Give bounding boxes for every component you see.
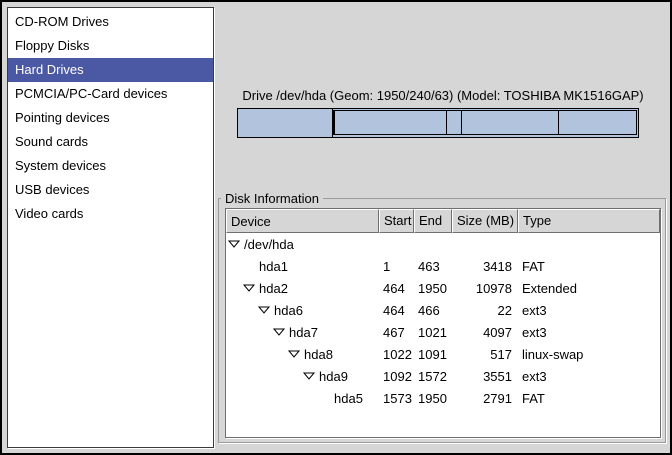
cell-size: 22 bbox=[452, 303, 518, 318]
table-row-dev-hda[interactable]: /dev/hda bbox=[226, 233, 660, 255]
cell-size: 10978 bbox=[452, 281, 518, 296]
partition-bar bbox=[237, 108, 639, 138]
cell-size: 3551 bbox=[452, 369, 518, 384]
cell-end: 1572 bbox=[414, 369, 452, 384]
table-row-hda6[interactable]: hda6 46446622ext3 bbox=[226, 299, 660, 321]
sidebar-item-pcmcia-pc-card-devices[interactable]: PCMCIA/PC-Card devices bbox=[8, 82, 213, 106]
cell-start: 1092 bbox=[379, 369, 414, 384]
device-category-list: CD-ROM DrivesFloppy DisksHard DrivesPCMC… bbox=[7, 7, 214, 448]
cell-type: linux-swap bbox=[518, 347, 660, 362]
cell-start: 464 bbox=[379, 281, 414, 296]
table-row-hda7[interactable]: hda7 46710214097ext3 bbox=[226, 321, 660, 343]
sidebar-item-pointing-devices[interactable]: Pointing devices bbox=[8, 106, 213, 130]
device-name-label: hda9 bbox=[319, 369, 348, 384]
sidebar-item-video-cards[interactable]: Video cards bbox=[8, 202, 213, 226]
groupbox-title: Disk Information bbox=[221, 191, 323, 206]
expander-icon[interactable] bbox=[273, 328, 285, 336]
cell-type: ext3 bbox=[518, 369, 660, 384]
cell-device: hda8 bbox=[226, 347, 379, 362]
partition-segment-hda5[interactable] bbox=[559, 111, 636, 134]
column-header-start[interactable]: Start bbox=[379, 209, 414, 233]
cell-device: hda9 bbox=[226, 369, 379, 384]
cell-start: 1573 bbox=[379, 391, 414, 406]
cell-type: ext3 bbox=[518, 325, 660, 340]
extended-partition-hda2 bbox=[333, 110, 637, 135]
device-name-label: hda5 bbox=[334, 391, 363, 406]
expander-icon[interactable] bbox=[303, 372, 315, 380]
device-name-label: hda6 bbox=[274, 303, 303, 318]
sidebar-item-usb-devices[interactable]: USB devices bbox=[8, 178, 213, 202]
cell-size: 2791 bbox=[452, 391, 518, 406]
expander-icon[interactable] bbox=[258, 306, 270, 314]
table-row-hda8[interactable]: hda8 10221091517linux-swap bbox=[226, 343, 660, 365]
table-header: DeviceStartEndSize (MB)Type bbox=[226, 209, 660, 233]
cell-end: 1950 bbox=[414, 391, 452, 406]
expander-icon[interactable] bbox=[243, 284, 255, 292]
cell-start: 1022 bbox=[379, 347, 414, 362]
device-name-label: hda7 bbox=[289, 325, 318, 340]
expander-icon[interactable] bbox=[228, 240, 240, 248]
partition-segment-hda7[interactable] bbox=[335, 111, 448, 134]
disk-information-groupbox: Disk Information DeviceStartEndSize (MB)… bbox=[218, 198, 666, 443]
cell-start: 464 bbox=[379, 303, 414, 318]
cell-type: FAT bbox=[518, 391, 660, 406]
column-header-end[interactable]: End bbox=[414, 209, 452, 233]
device-name-label: hda1 bbox=[259, 259, 288, 274]
partition-segment-hda8[interactable] bbox=[447, 111, 461, 134]
table-row-hda2[interactable]: hda2 464195010978Extended bbox=[226, 277, 660, 299]
sidebar-item-hard-drives[interactable]: Hard Drives bbox=[8, 58, 213, 82]
cell-size: 517 bbox=[452, 347, 518, 362]
cell-device: /dev/hda bbox=[226, 237, 379, 252]
cell-size: 4097 bbox=[452, 325, 518, 340]
hardware-browser-window: CD-ROM DrivesFloppy DisksHard DrivesPCMC… bbox=[0, 0, 672, 455]
cell-device: hda2 bbox=[226, 281, 379, 296]
table-row-hda1[interactable]: hda1 14633418FAT bbox=[226, 255, 660, 277]
cell-start: 467 bbox=[379, 325, 414, 340]
cell-end: 1091 bbox=[414, 347, 452, 362]
column-header-type[interactable]: Type bbox=[518, 209, 660, 233]
table-row-hda9[interactable]: hda9 109215723551ext3 bbox=[226, 365, 660, 387]
cell-device: hda7 bbox=[226, 325, 379, 340]
cell-size: 3418 bbox=[452, 259, 518, 274]
device-name-label: /dev/hda bbox=[244, 237, 294, 252]
partition-table: DeviceStartEndSize (MB)Type /dev/hda hda1… bbox=[225, 208, 661, 438]
drive-summary: Drive /dev/hda (Geom: 1950/240/63) (Mode… bbox=[223, 88, 663, 103]
table-body: /dev/hdahda114633418FAThda2464195010978E… bbox=[226, 233, 660, 437]
cell-type: ext3 bbox=[518, 303, 660, 318]
cell-device: hda5 bbox=[226, 391, 379, 406]
cell-end: 1021 bbox=[414, 325, 452, 340]
expander-icon[interactable] bbox=[288, 350, 300, 358]
expander-spacer bbox=[243, 266, 259, 267]
device-name-label: hda2 bbox=[259, 281, 288, 296]
sidebar-item-floppy-disks[interactable]: Floppy Disks bbox=[8, 34, 213, 58]
partition-segment-hda9[interactable] bbox=[462, 111, 559, 134]
cell-end: 466 bbox=[414, 303, 452, 318]
cell-end: 1950 bbox=[414, 281, 452, 296]
sidebar-item-cd-rom-drives[interactable]: CD-ROM Drives bbox=[8, 10, 213, 34]
column-header-size-mb[interactable]: Size (MB) bbox=[452, 209, 518, 233]
expander-spacer bbox=[318, 398, 334, 399]
sidebar-item-sound-cards[interactable]: Sound cards bbox=[8, 130, 213, 154]
cell-start: 1 bbox=[379, 259, 414, 274]
table-row-hda5[interactable]: hda5 157319502791FAT bbox=[226, 387, 660, 409]
cell-device: hda6 bbox=[226, 303, 379, 318]
cell-device: hda1 bbox=[226, 259, 379, 274]
partition-segment-hda1[interactable] bbox=[238, 109, 333, 137]
column-header-device[interactable]: Device bbox=[226, 209, 379, 233]
cell-type: Extended bbox=[518, 281, 660, 296]
cell-end: 463 bbox=[414, 259, 452, 274]
device-name-label: hda8 bbox=[304, 347, 333, 362]
sidebar-item-system-devices[interactable]: System devices bbox=[8, 154, 213, 178]
cell-type: FAT bbox=[518, 259, 660, 274]
